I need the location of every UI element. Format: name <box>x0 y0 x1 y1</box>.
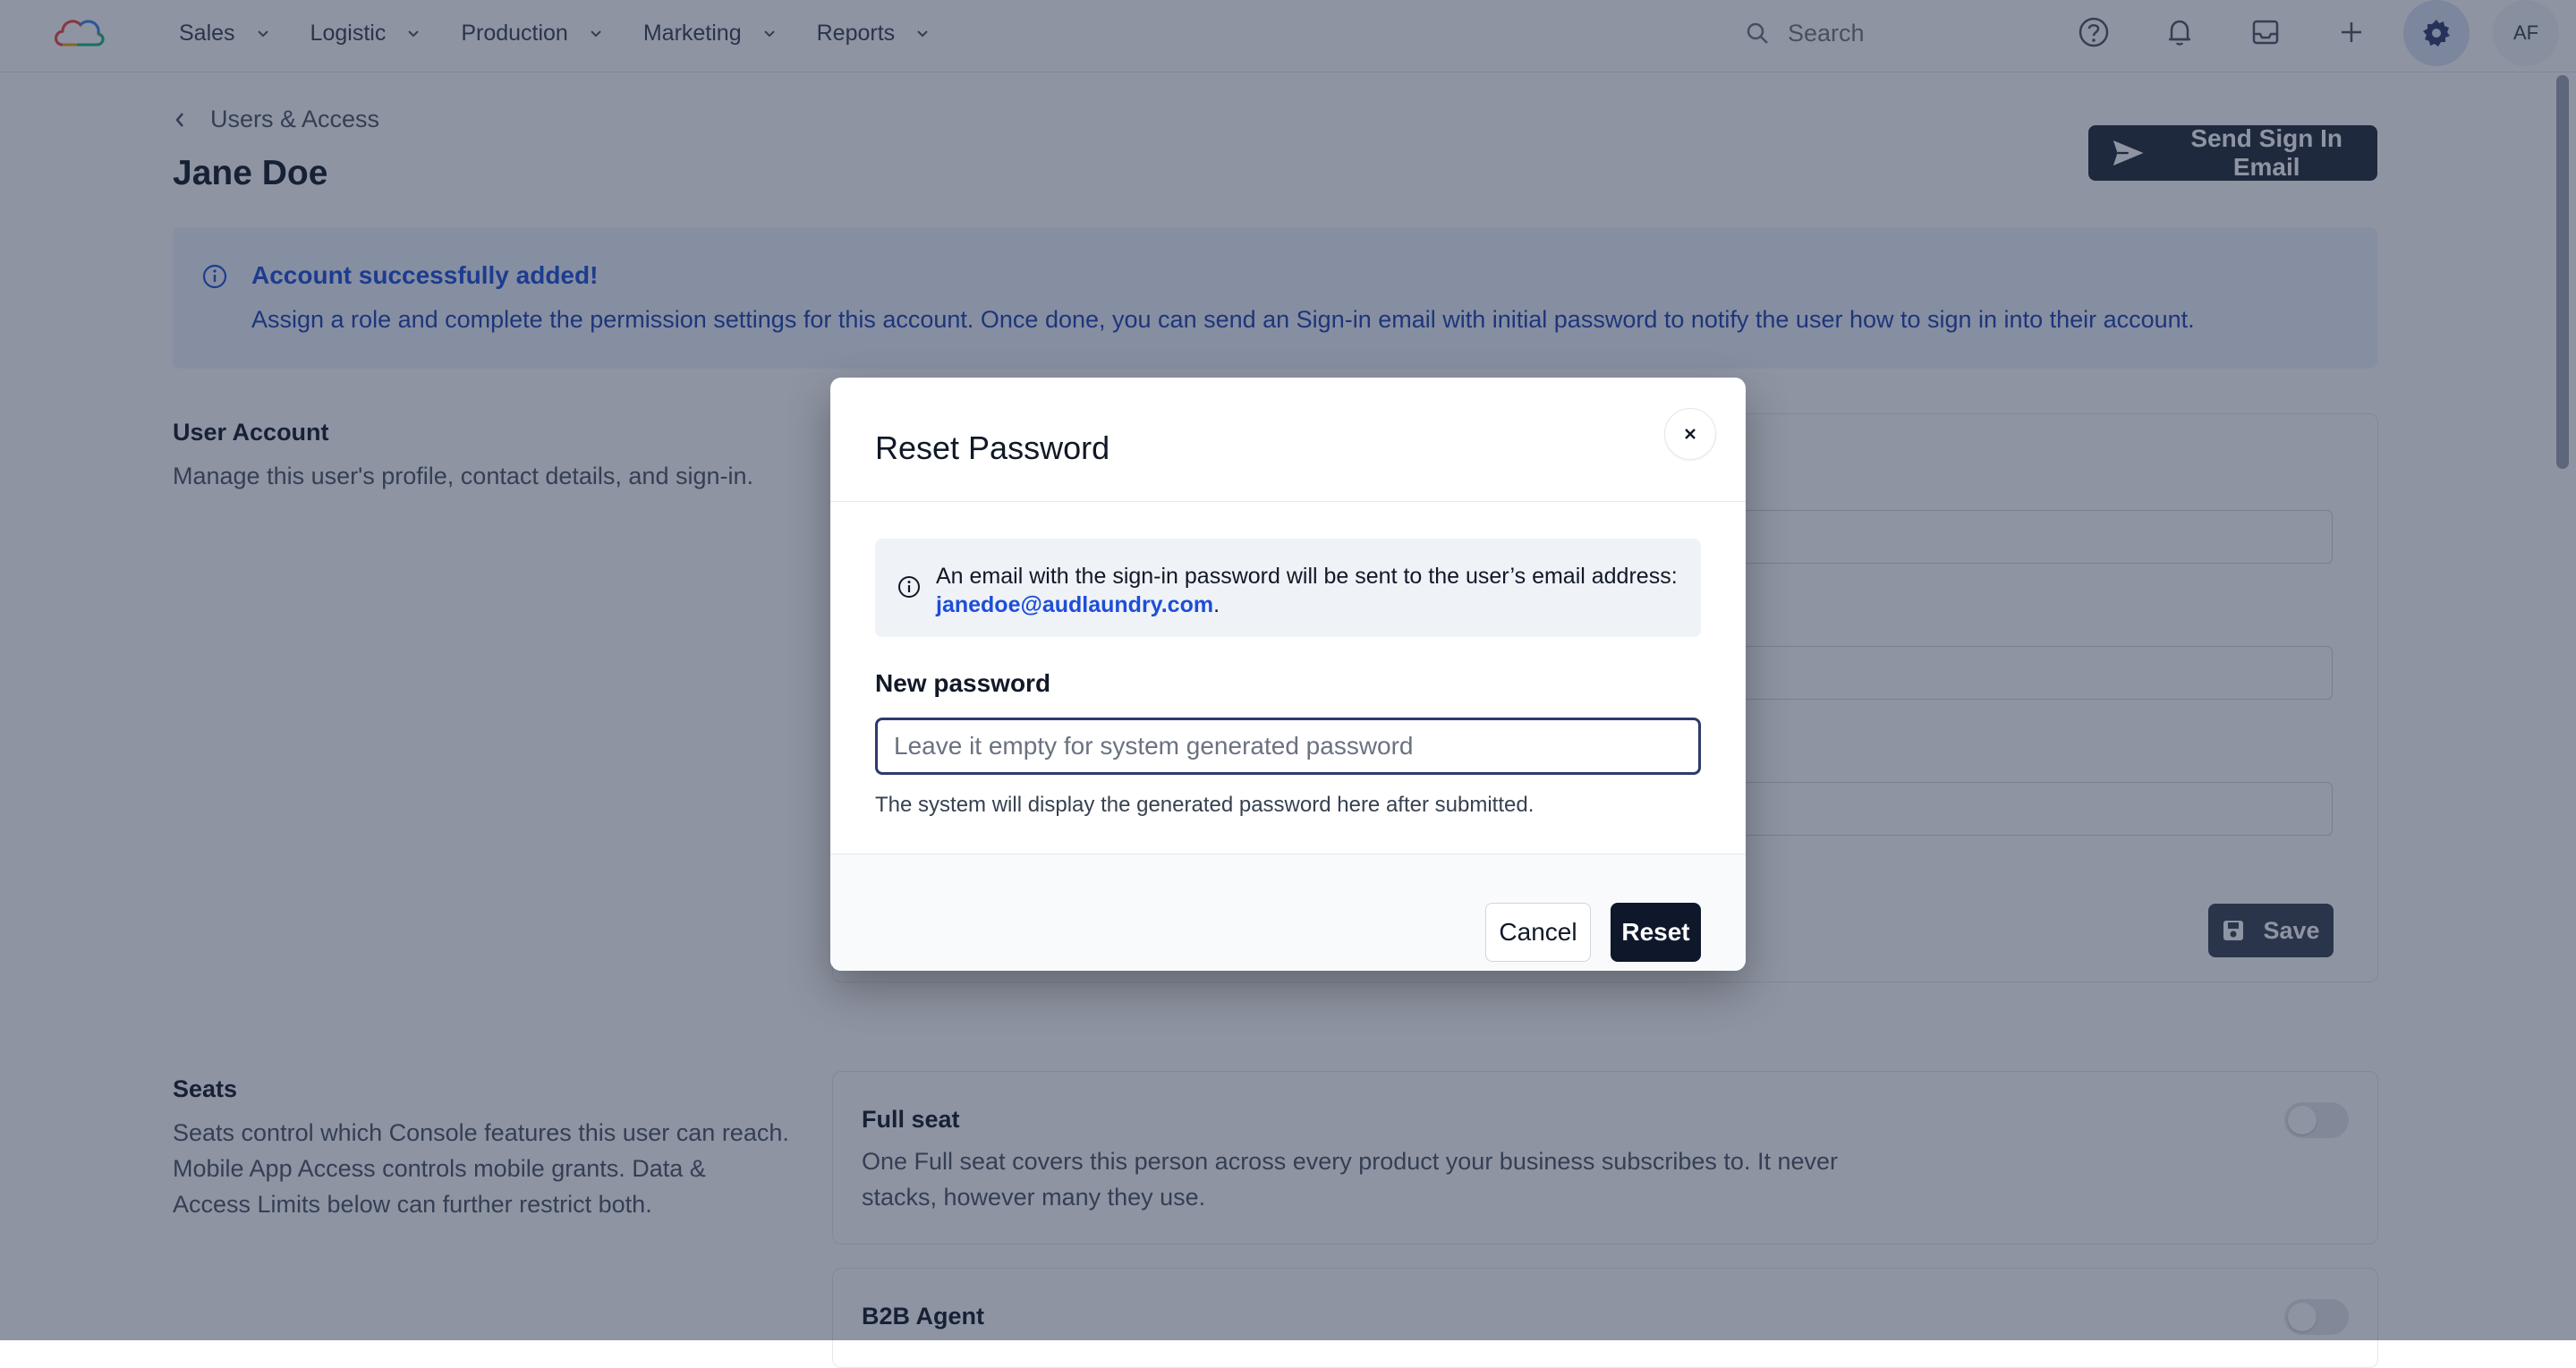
dialog-info-box: An email with the sign-in password will … <box>875 539 1701 637</box>
info-suffix: . <box>1213 592 1220 617</box>
close-icon <box>1685 429 1696 439</box>
reset-button[interactable]: Reset <box>1611 903 1701 962</box>
new-password-input[interactable] <box>875 718 1701 775</box>
info-icon <box>898 576 920 598</box>
new-password-label: New password <box>875 669 1051 697</box>
new-password-help-text: The system will display the generated pa… <box>875 793 1535 817</box>
reset-password-dialog: Reset Password An email with the sign-in… <box>830 378 1746 971</box>
info-message: An email with the sign-in password will … <box>936 564 1678 589</box>
dialog-header: Reset Password <box>830 378 1746 502</box>
dialog-info-text: An email with the sign-in password will … <box>936 562 1678 619</box>
dialog-title: Reset Password <box>875 429 1110 466</box>
close-button[interactable] <box>1664 408 1716 460</box>
cancel-button[interactable]: Cancel <box>1485 903 1591 962</box>
dialog-footer: Cancel Reset <box>830 854 1746 971</box>
page: Sales Logistic Production Marketing Repo… <box>0 0 2576 1368</box>
info-email-link[interactable]: janedoe@audlaundry.com <box>936 592 1213 617</box>
